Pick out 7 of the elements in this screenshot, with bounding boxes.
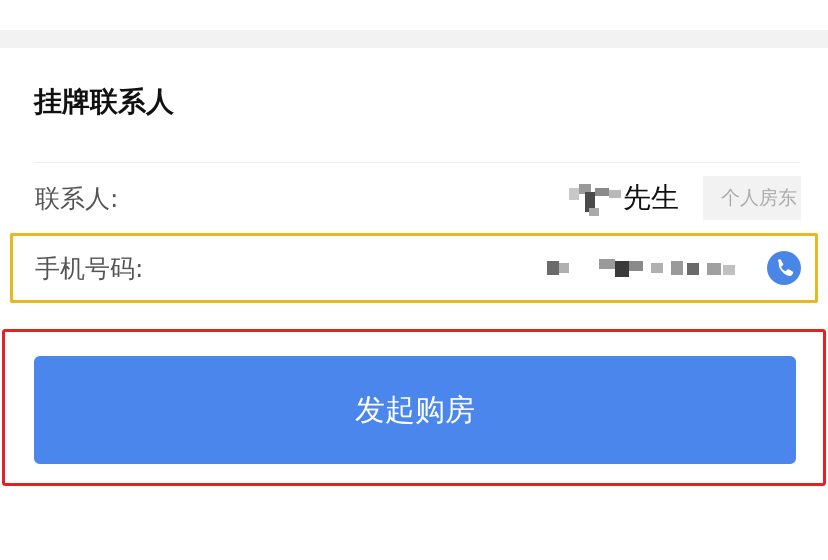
- buy-button[interactable]: 发起购房: [34, 356, 796, 464]
- field-label: 联系人:: [35, 182, 120, 214]
- section-title: 挂牌联系人: [34, 84, 175, 120]
- owner-tag: 个人房东: [703, 176, 801, 220]
- contact-name: 先生: [623, 180, 679, 216]
- field-label: 手机号码:: [35, 252, 144, 284]
- phone-icon[interactable]: [767, 251, 801, 285]
